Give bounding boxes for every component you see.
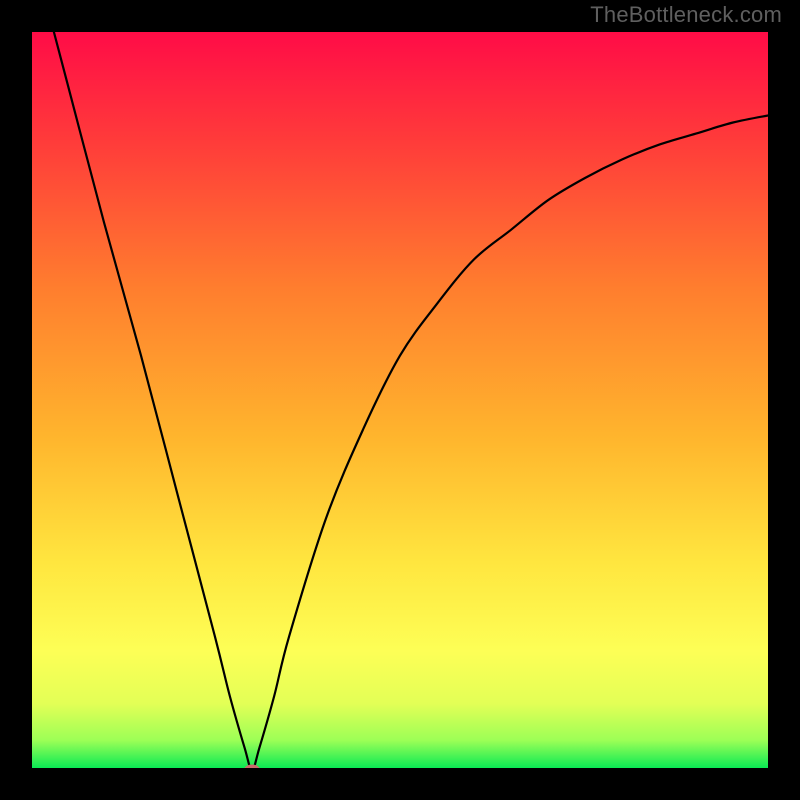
chart-container: TheBottleneck.com	[0, 0, 800, 800]
bottleneck-chart	[0, 0, 800, 800]
watermark-text: TheBottleneck.com	[590, 2, 782, 28]
plot-background	[30, 30, 770, 770]
